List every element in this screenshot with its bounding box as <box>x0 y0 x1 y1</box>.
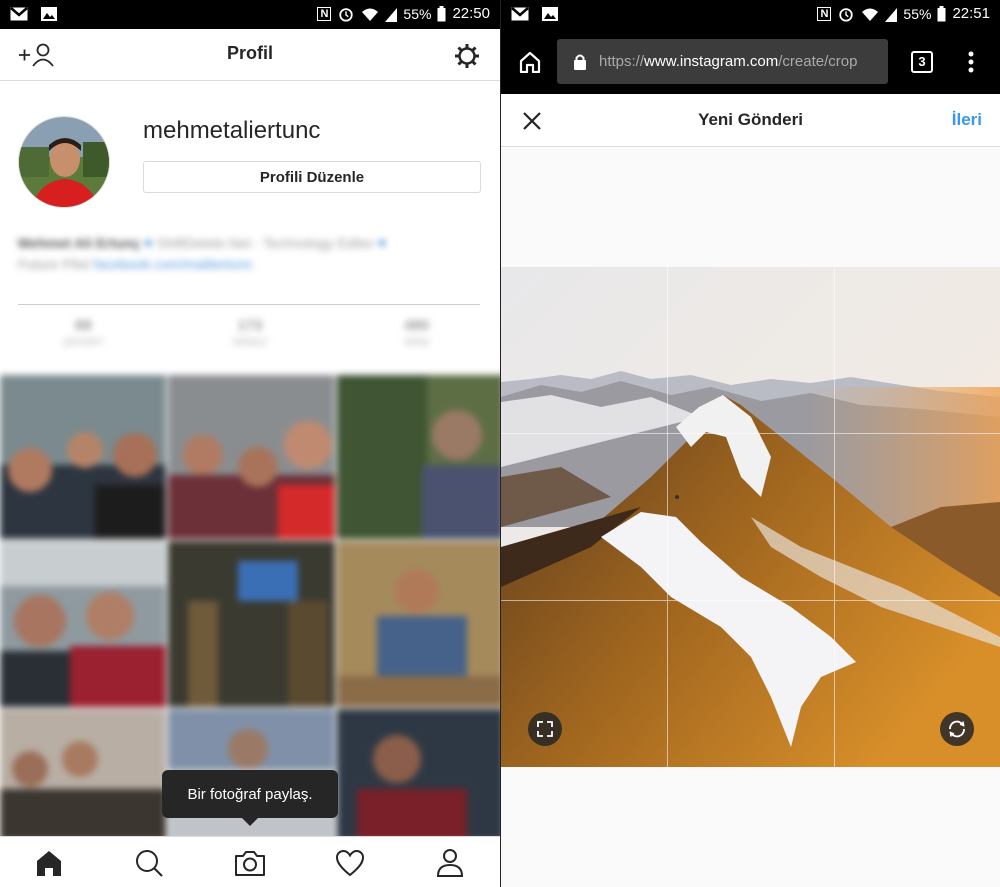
browser-toolbar: https://www.instagram.com/create/crop 3 <box>501 29 1000 94</box>
bio-text: ShiftDelete.Net - Technology Editor <box>156 235 375 251</box>
nfc-icon: N <box>817 6 832 21</box>
status-bar: N 55% 22:51 <box>501 0 1000 29</box>
expand-crop-button[interactable] <box>528 712 562 746</box>
url-prefix: https:// <box>599 53 645 70</box>
stat-following-label: takip <box>404 334 430 348</box>
verified-heart-icon: ♥ <box>144 235 153 251</box>
clock-time: 22:50 <box>452 5 490 22</box>
bottom-nav <box>0 836 500 887</box>
profile-stats: 88 gönderi 173 takipçi 480 takip <box>0 317 500 357</box>
rotate-icon <box>949 720 965 738</box>
battery-percent: 55% <box>403 5 432 22</box>
crop-gridline <box>501 433 1000 434</box>
clock-time: 22:51 <box>952 5 990 22</box>
bio-line2: Future Pilot <box>18 256 90 272</box>
gear-icon[interactable] <box>452 41 482 71</box>
url-bar[interactable]: https://www.instagram.com/create/crop <box>557 39 888 84</box>
battery-icon <box>437 5 446 21</box>
crop-gridline <box>834 267 835 767</box>
grid-photo[interactable] <box>337 375 500 539</box>
alarm-icon <box>839 7 854 22</box>
camera-icon <box>235 851 265 876</box>
rotate-button[interactable] <box>940 712 974 746</box>
grid-photo[interactable] <box>337 541 500 707</box>
new-post-header: Yeni Gönderi İleri <box>501 94 1000 147</box>
edit-profile-button[interactable]: Profili Düzenle <box>143 161 481 193</box>
gmail-icon <box>10 7 28 21</box>
url-path: /create/crop <box>778 53 858 70</box>
nav-camera[interactable] <box>232 845 268 881</box>
grid-photo[interactable] <box>168 375 335 539</box>
tab-switcher-button[interactable]: 3 <box>911 51 933 73</box>
profile-top-bar: Profil <box>0 29 500 81</box>
wifi-icon <box>362 8 379 21</box>
photo-grid <box>0 375 500 841</box>
home-icon <box>37 851 61 876</box>
stat-followers-value: 173 <box>237 317 263 334</box>
next-button[interactable]: İleri <box>952 110 982 130</box>
grid-photo[interactable] <box>337 709 500 841</box>
url-domain: www.instagram.com <box>644 53 779 70</box>
bio-name: Mehmet Ali Ertunç <box>18 235 141 251</box>
share-photo-tooltip: Bir fotoğraf paylaş. <box>162 770 338 826</box>
grid-photo[interactable] <box>0 541 166 707</box>
gallery-icon <box>542 7 558 21</box>
crop-gridline <box>667 267 668 767</box>
page-title: Profil <box>226 43 273 63</box>
stat-following[interactable]: 480 takip <box>333 317 500 357</box>
search-icon <box>136 850 163 877</box>
signal-icon <box>385 7 398 22</box>
left-screen: N 55% 22:50 Profil mehmetaliertunc Profi… <box>0 0 500 887</box>
grid-photo[interactable] <box>168 541 335 707</box>
battery-percent: 55% <box>903 5 932 22</box>
stat-following-value: 480 <box>404 317 430 334</box>
screenshot-root: N 55% 22:50 Profil mehmetaliertunc Profi… <box>0 0 1000 887</box>
crop-area <box>501 148 1000 887</box>
signal-icon <box>885 7 898 22</box>
profile-username: mehmetaliertunc <box>143 117 321 144</box>
nav-search[interactable] <box>131 845 167 881</box>
tooltip-text: Bir fotoğraf paylaş. <box>187 785 313 803</box>
stat-posts-value: 88 <box>74 317 92 334</box>
grid-photo[interactable] <box>0 709 166 841</box>
stat-posts[interactable]: 88 gönderi <box>0 317 167 357</box>
battery-icon <box>937 5 946 21</box>
right-screen: N 55% 22:51 https://www.instagram.com/cr… <box>501 0 1000 887</box>
nfc-icon: N <box>317 6 332 21</box>
gmail-icon <box>511 7 529 21</box>
more-vert-icon[interactable] <box>961 49 981 75</box>
nav-activity[interactable] <box>332 845 368 881</box>
avatar[interactable] <box>18 116 110 208</box>
home-icon[interactable] <box>517 49 543 75</box>
mountain-photo <box>501 267 1000 767</box>
gallery-icon <box>41 7 57 21</box>
profile-bio: Mehmet Ali Ertunç ♥ ShiftDelete.Net - Te… <box>18 233 478 275</box>
status-bar: N 55% 22:50 <box>0 0 500 29</box>
stat-followers[interactable]: 173 takipçi <box>167 317 334 357</box>
alarm-icon <box>339 7 354 22</box>
stats-divider <box>18 304 480 305</box>
crop-gridline <box>501 600 1000 601</box>
new-post-title: Yeni Gönderi <box>698 110 803 129</box>
nav-home[interactable] <box>31 845 67 881</box>
stat-posts-label: gönderi <box>63 334 104 348</box>
heart-icon <box>335 849 365 877</box>
stat-followers-label: takipçi <box>233 334 268 348</box>
profile-icon <box>436 849 464 877</box>
nav-profile[interactable] <box>432 845 468 881</box>
grid-photo[interactable] <box>0 375 166 539</box>
heart-icon: ♥ <box>378 235 387 251</box>
wifi-icon <box>862 8 879 21</box>
bio-link[interactable]: facebook.com/malitertunc <box>93 256 253 272</box>
crop-image[interactable] <box>501 267 1000 767</box>
expand-icon <box>537 721 553 737</box>
lock-icon <box>574 54 586 70</box>
